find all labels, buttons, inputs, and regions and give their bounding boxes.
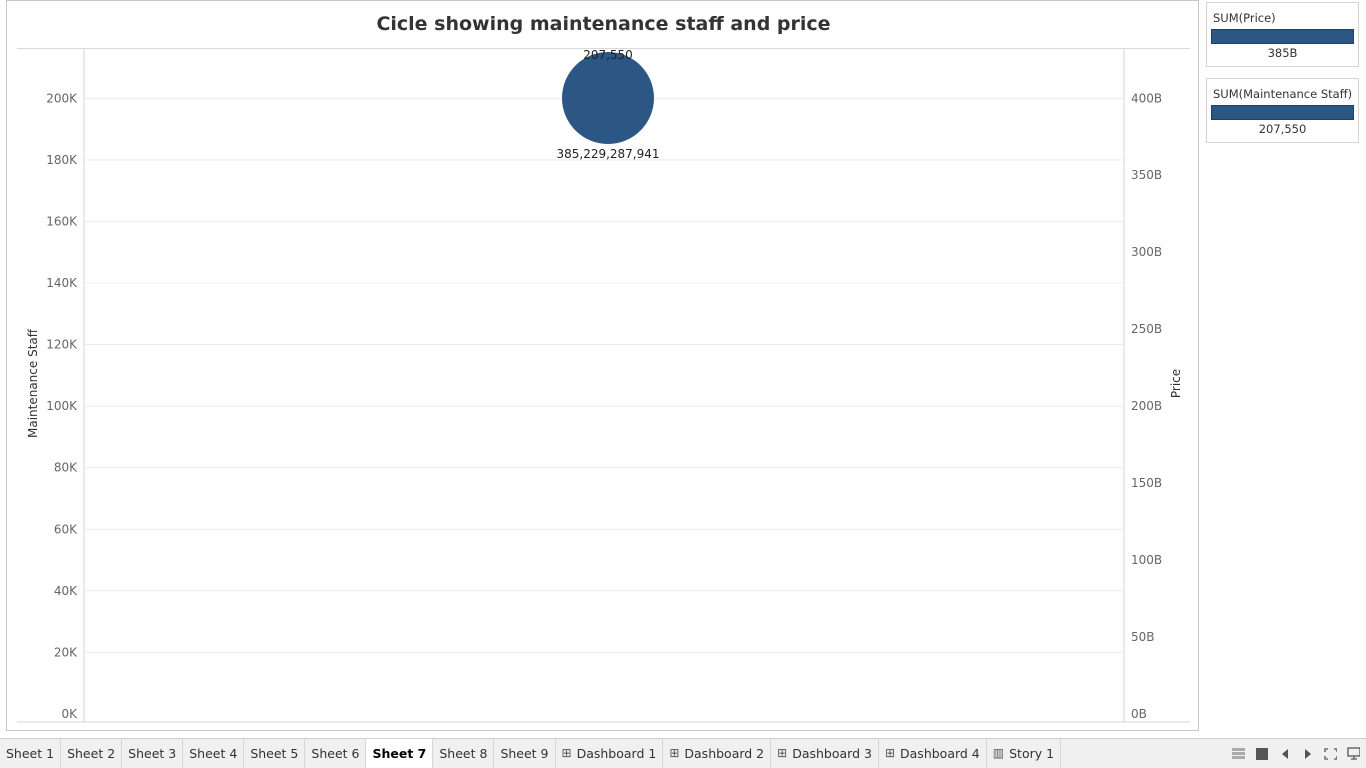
right-tick-label: 300B [1131, 245, 1162, 259]
right-tick-label: 150B [1131, 476, 1162, 490]
tab-label: Sheet 1 [6, 746, 55, 761]
chart-area[interactable]: 0K 20K 40K 60K 80K 100K 120K 140K 160K 180K 200K 0B… [7, 1, 1200, 732]
tab-sheet-5[interactable]: Sheet 5 [244, 739, 306, 768]
left-tick-label: 80K [54, 461, 78, 475]
legend-staff-value: 207,550 [1258, 122, 1307, 136]
legend-price[interactable]: SUM(Price) 385B [1206, 2, 1359, 67]
left-tick-label: 200K [46, 91, 78, 105]
show-sheet-sorter-icon[interactable] [1232, 747, 1245, 760]
tab-label: Sheet 4 [189, 746, 238, 761]
data-label-maintenance-staff: 207,550 [583, 48, 633, 62]
left-tick-label: 120K [46, 338, 78, 352]
tab-label: Story 1 [1009, 746, 1055, 761]
left-tick-label: 40K [54, 584, 78, 598]
dashboard-icon: ⊞ [561, 746, 572, 760]
data-point-circle[interactable] [562, 52, 654, 145]
right-tick-label: 100B [1131, 553, 1162, 567]
left-axis-title: Maintenance Staff [26, 328, 40, 438]
left-tick-label: 160K [46, 214, 78, 228]
dashboard-icon: ⊞ [777, 746, 788, 760]
tab-sheet-4[interactable]: Sheet 4 [183, 739, 245, 768]
presentation-mode-icon[interactable] [1347, 747, 1360, 760]
tab-sheet-2[interactable]: Sheet 2 [61, 739, 123, 768]
tab-label: Dashboard 1 [576, 746, 657, 761]
tab-story-1[interactable]: ▥ Story 1 [987, 739, 1062, 768]
tab-dashboard-1[interactable]: ⊞ Dashboard 1 [556, 739, 664, 768]
tabbar-controls [1232, 739, 1360, 768]
dashboard-icon: ⊞ [884, 746, 896, 760]
tab-label: Sheet 3 [128, 746, 177, 761]
left-tick-label: 140K [46, 276, 78, 290]
tab-label: Dashboard 2 [684, 746, 765, 761]
worksheet-panel: Cicle showing maintenance staff and pric… [6, 0, 1199, 731]
legend-maintenance-staff[interactable]: SUM(Maintenance Staff) 207,550 [1206, 78, 1359, 143]
tab-label: Sheet 2 [67, 746, 116, 761]
tab-sheet-8[interactable]: Sheet 8 [433, 739, 495, 768]
right-axis-title: Price [1169, 369, 1183, 398]
right-tick-label: 400B [1131, 91, 1162, 105]
next-sheet-icon[interactable] [1301, 747, 1314, 760]
left-tick-label: 180K [46, 153, 78, 167]
left-tick-label: 60K [54, 522, 78, 536]
legend-staff-swatch [1211, 105, 1354, 120]
story-icon: ▥ [992, 746, 1005, 760]
data-label-price: 385,229,287,941 [556, 147, 659, 161]
tab-label: Dashboard 4 [900, 746, 980, 761]
tab-label: Sheet 9 [500, 746, 549, 761]
tab-label: Sheet 5 [250, 746, 299, 761]
tab-sheet-7[interactable]: Sheet 7 [366, 739, 434, 768]
tab-dashboard-4[interactable]: ⊞ Dashboard 4 [879, 739, 987, 768]
right-tick-label: 50B [1131, 630, 1155, 644]
sheet-tabs: Sheet 1 Sheet 2 Sheet 3 Sheet 4 Sheet 5 Sheet… [0, 739, 1062, 768]
left-tick-label: 20K [54, 645, 78, 659]
tab-dashboard-3[interactable]: ⊞ Dashboard 3 [771, 739, 879, 768]
tab-label: Sheet 8 [439, 746, 488, 761]
tab-sheet-3[interactable]: Sheet 3 [122, 739, 184, 768]
tab-sheet-9[interactable]: Sheet 9 [494, 739, 556, 768]
right-tick-label: 0B [1131, 707, 1147, 721]
left-tick-label: 0K [61, 707, 78, 721]
legend-price-swatch [1211, 29, 1354, 44]
previous-sheet-icon[interactable] [1278, 747, 1291, 760]
dashboard-icon: ⊞ [669, 746, 680, 760]
tab-dashboard-2[interactable]: ⊞ Dashboard 2 [663, 739, 772, 768]
tab-label: Sheet 7 [372, 746, 427, 761]
right-tick-label: 350B [1131, 168, 1162, 182]
legend-price-title: SUM(Price) [1213, 11, 1276, 25]
tab-sheet-1[interactable]: Sheet 1 [0, 739, 62, 768]
tab-sheet-6[interactable]: Sheet 6 [305, 739, 367, 768]
left-tick-label: 100K [46, 399, 78, 413]
legend-price-value: 385B [1267, 46, 1298, 60]
legend-staff-title: SUM(Maintenance Staff) [1213, 87, 1353, 101]
fit-screen-icon[interactable] [1324, 747, 1337, 760]
tab-label: Sheet 6 [311, 746, 360, 761]
right-tick-label: 200B [1131, 399, 1162, 413]
tab-label: Dashboard 3 [792, 746, 872, 761]
show-tabs-icon[interactable] [1255, 747, 1268, 760]
sheet-tab-bar: Sheet 1 Sheet 2 Sheet 3 Sheet 4 Sheet 5 Sheet… [0, 738, 1366, 768]
right-tick-label: 250B [1131, 322, 1162, 336]
